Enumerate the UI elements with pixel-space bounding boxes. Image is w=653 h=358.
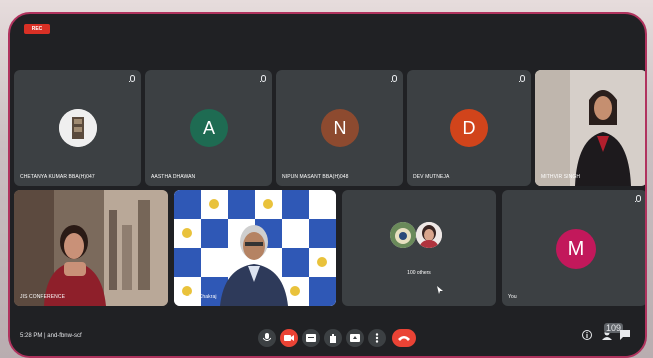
avatar xyxy=(59,109,97,147)
participant-video xyxy=(535,70,645,186)
more-options-button[interactable] xyxy=(368,329,386,347)
captions-button[interactable] xyxy=(302,329,320,347)
mic-off-icon xyxy=(519,75,525,82)
present-screen-icon xyxy=(350,334,360,342)
participant-tile-aastha[interactable]: A AASTHA DHAWAN xyxy=(145,70,272,186)
info-button[interactable] xyxy=(582,330,592,342)
participant-video xyxy=(14,190,168,306)
avatar xyxy=(416,222,442,248)
avatar: D xyxy=(450,109,488,147)
mic-off-icon xyxy=(635,195,641,202)
avatar xyxy=(390,222,416,248)
participant-tile-nipun[interactable]: N NIPUN MASANT BBA(H)048 xyxy=(276,70,403,186)
microphone-icon xyxy=(263,333,271,341)
chat-icon xyxy=(620,330,630,340)
clock-time: 5:28 PM xyxy=(20,333,43,339)
avatar: M xyxy=(556,229,596,269)
participant-tile-dev[interactable]: D DEV MUTNEJA xyxy=(407,70,531,186)
cursor-icon xyxy=(437,286,443,294)
captions-icon xyxy=(306,334,316,342)
meeting-info: 5:28 PM | and-fbnw-scf xyxy=(20,333,82,339)
mic-off-icon xyxy=(391,75,397,82)
participant-name: DEV MUTNEJA xyxy=(413,174,450,180)
control-bar: 5:28 PM | and-fbnw-scf 109 xyxy=(10,320,645,356)
camera-button[interactable] xyxy=(280,329,298,347)
others-count-label: 100 others xyxy=(407,270,431,276)
chat-button[interactable] xyxy=(620,330,630,342)
participant-video xyxy=(174,190,336,306)
raise-hand-button[interactable] xyxy=(324,329,342,347)
meet-window: REC CHETANYA KUMAR BBA(H)047 A AASTHA DH… xyxy=(8,12,647,358)
avatar: A xyxy=(190,109,228,147)
mic-off-icon xyxy=(129,75,135,82)
participant-name: AASTHA DHAWAN xyxy=(151,174,196,180)
present-button[interactable] xyxy=(346,329,364,347)
microphone-button[interactable] xyxy=(258,329,276,347)
meeting-code: and-fbnw-scf xyxy=(47,333,82,339)
participant-tile-chetanya[interactable]: CHETANYA KUMAR BBA(H)047 xyxy=(14,70,141,186)
end-call-icon xyxy=(398,336,410,341)
avatar: N xyxy=(321,109,359,147)
more-vert-icon xyxy=(375,333,379,343)
participant-tile-you[interactable]: M You xyxy=(502,190,645,306)
leave-call-button[interactable] xyxy=(392,329,416,347)
mic-off-icon xyxy=(260,75,266,82)
info-icon xyxy=(582,330,592,340)
hand-icon xyxy=(330,334,336,343)
participant-tile-presenter[interactable]: Dr. J.S. Chakraj xyxy=(174,190,336,306)
participant-name: MITHVIR SINGH xyxy=(541,174,581,180)
participant-name: You xyxy=(508,294,517,300)
participant-name: JIS CONFERENCE xyxy=(20,294,66,300)
participant-name: Dr. J.S. Chakraj xyxy=(180,294,217,300)
participant-tile-jis-conference[interactable]: JIS CONFERENCE xyxy=(14,190,168,306)
participant-name: CHETANYA KUMAR BBA(H)047 xyxy=(20,174,95,180)
camera-off-icon xyxy=(284,335,294,341)
participant-tile-mithvir[interactable]: MITHVIR SINGH xyxy=(535,70,645,186)
recording-badge: REC xyxy=(24,24,50,34)
participant-tile-others[interactable]: 100 others xyxy=(342,190,496,306)
participant-name: NIPUN MASANT BBA(H)048 xyxy=(282,174,349,180)
